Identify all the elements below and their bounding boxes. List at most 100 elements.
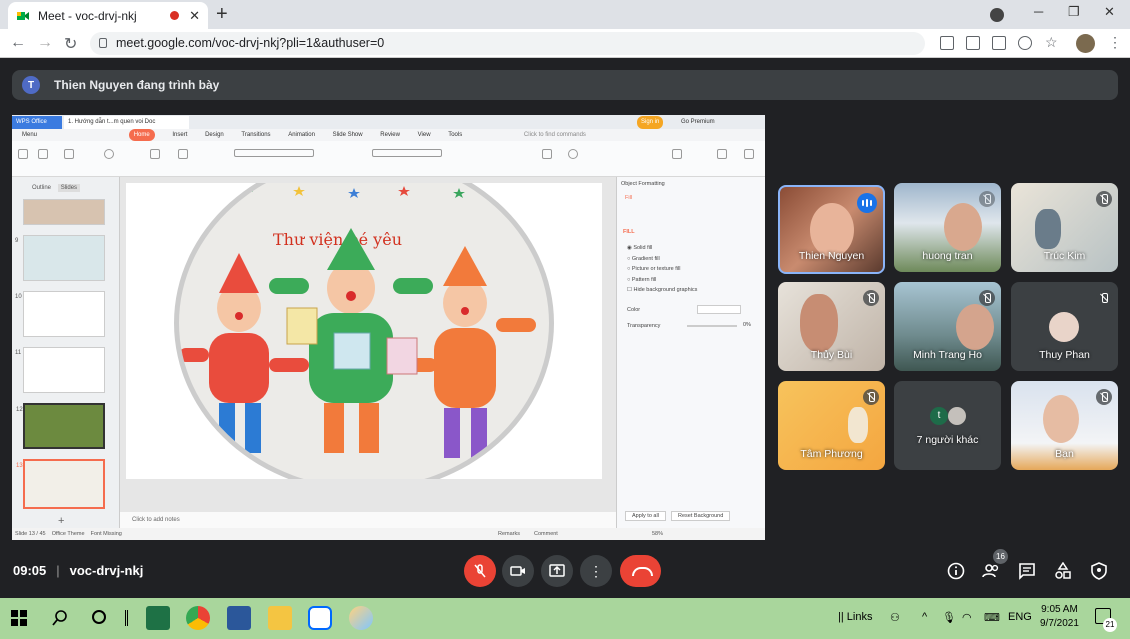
slide-thumbnail-11[interactable]: 11 (15, 347, 105, 393)
participant-tile-tam-phuong[interactable]: Tâm Phương (778, 381, 885, 470)
zalo-icon[interactable] (308, 606, 332, 630)
word-icon[interactable] (227, 606, 251, 630)
back-icon[interactable]: ← (10, 34, 26, 52)
show-hidden-icons-icon[interactable]: ^ (922, 611, 927, 623)
slide-thumbnail-12[interactable]: 12 (16, 403, 105, 449)
mic-toggle-button[interactable] (464, 555, 496, 587)
clock[interactable]: 9:05 AM 9/7/2021 (1040, 603, 1079, 631)
wps-go-premium[interactable]: Go Premium (677, 116, 719, 129)
participant-tile-truc-kim[interactable]: Trúc Kim (1011, 183, 1118, 272)
participant-tile-ban[interactable]: Bạn (1011, 381, 1118, 470)
more-options-button[interactable]: ⋮ (580, 555, 612, 587)
wps-app-tab[interactable]: WPS Office (12, 116, 62, 129)
reload-icon[interactable]: ↻ (64, 34, 77, 54)
microphone-tray-icon[interactable]: 🎙︎ (942, 611, 956, 624)
tab-slides[interactable]: Slides (57, 184, 81, 192)
restore-button[interactable]: ❐ (1068, 4, 1080, 20)
keyboard-icon[interactable]: ⌨ (984, 611, 1000, 624)
add-slide-icon[interactable]: + (58, 515, 64, 527)
textbox-icon[interactable] (542, 149, 552, 159)
find-icon[interactable] (672, 149, 682, 159)
leave-call-button[interactable] (620, 555, 661, 587)
ribbon-tab-transitions[interactable]: Transitions (241, 129, 270, 141)
bookmark-star-icon[interactable]: ☆ (1045, 34, 1058, 51)
browser-tab-meet[interactable]: Meet - voc-drvj-nkj ✕ (8, 2, 208, 29)
tab-outline[interactable]: Outline (32, 185, 51, 191)
profile-avatar[interactable] (1076, 34, 1095, 53)
apply-to-all-button[interactable]: Apply to all (625, 511, 666, 521)
participant-tile-huong-tran[interactable]: huong tran (894, 183, 1001, 272)
new-slide-icon[interactable] (150, 149, 160, 159)
participant-tile-thuy-phan[interactable]: Thuy Phan (1011, 282, 1118, 371)
ribbon-tab-review[interactable]: Review (380, 129, 400, 141)
slide-thumbnail-9[interactable]: 9 (15, 235, 105, 281)
option-picture-fill[interactable]: ○ Picture or texture fill (627, 264, 697, 275)
people-icon[interactable] (982, 562, 1000, 580)
slide-thumbnail-13[interactable]: 13 (16, 459, 105, 509)
paragraph-tools[interactable] (372, 149, 442, 157)
color-picker[interactable] (697, 305, 741, 314)
wps-menu[interactable]: Menu (22, 129, 37, 141)
participant-tile-others[interactable]: t 7 người khác (894, 381, 1001, 470)
pane-tab-fill[interactable]: Fill (625, 195, 632, 201)
camera-icon[interactable] (940, 36, 954, 50)
forward-icon[interactable]: → (37, 34, 53, 52)
host-controls-shield-icon[interactable] (1090, 562, 1108, 580)
zoom-level[interactable]: 58% (652, 528, 663, 540)
present-screen-button[interactable] (541, 555, 573, 587)
profile-dropdown-icon[interactable] (990, 8, 1004, 22)
reset-background-button[interactable]: Reset Background (671, 511, 731, 521)
option-pattern-fill[interactable]: ○ Pattern fill (627, 275, 697, 286)
ribbon-tab-tools[interactable]: Tools (448, 129, 462, 141)
participant-tile-minh-trang-ho[interactable]: Minh Trang Ho (894, 282, 1001, 371)
option-solid-fill[interactable]: ◉ Solid fill (627, 243, 697, 254)
chat-icon[interactable] (1018, 562, 1036, 580)
shapes-icon[interactable] (568, 149, 578, 159)
layout-icon[interactable] (178, 149, 188, 159)
font-missing[interactable]: Font Missing (91, 531, 122, 537)
wps-doc-tab[interactable]: 1. Hướng dẫn t...m quen voi Doc (64, 116, 189, 129)
play-slide-icon[interactable] (104, 149, 114, 159)
cortana-icon[interactable] (92, 610, 106, 624)
comment-button[interactable]: Comment (534, 528, 558, 540)
option-hide-background[interactable]: ☐ Hide background graphics (627, 285, 697, 296)
qr-code-icon[interactable] (966, 36, 980, 50)
close-window-button[interactable]: ✕ (1104, 4, 1115, 20)
slide-thumbnail-10[interactable]: 10 (15, 291, 105, 337)
close-tab-icon[interactable]: ✕ (189, 8, 200, 24)
cut-icon[interactable] (38, 149, 48, 159)
task-view-icon[interactable] (125, 610, 128, 626)
slide-thumbnail-8[interactable] (23, 199, 105, 225)
notes-input[interactable]: Click to add notes (120, 512, 616, 528)
ribbon-tab-slideshow[interactable]: Slide Show (333, 129, 363, 141)
chrome-menu-icon[interactable]: ⋮ (1108, 34, 1122, 51)
windows-start-icon[interactable] (11, 610, 27, 626)
meeting-details-icon[interactable] (947, 562, 965, 580)
format-painter-icon[interactable] (64, 149, 74, 159)
wps-sign-in-button[interactable]: Sign in (637, 116, 664, 129)
excel-icon[interactable] (146, 606, 170, 630)
participant-tile-thuy-bui[interactable]: Thủy Bùi (778, 282, 885, 371)
ribbon-tab-view[interactable]: View (418, 129, 431, 141)
minimize-button[interactable]: ─ (1034, 4, 1043, 19)
font-name-select[interactable] (234, 149, 314, 157)
paint-icon[interactable] (349, 606, 373, 630)
input-language[interactable]: ENG (1008, 611, 1032, 623)
search-icon[interactable] (52, 610, 68, 626)
settings-icon[interactable] (744, 149, 754, 159)
new-tab-button[interactable]: + (216, 3, 228, 26)
activities-icon[interactable] (1054, 562, 1072, 580)
translate-icon[interactable] (992, 36, 1006, 50)
links-toolbar[interactable]: || Links (838, 611, 872, 623)
zoom-icon[interactable] (1018, 36, 1032, 50)
wifi-icon[interactable]: ◠ (962, 611, 972, 624)
option-gradient-fill[interactable]: ○ Gradient fill (627, 254, 697, 265)
remarks-button[interactable]: Remarks (498, 528, 520, 540)
camera-toggle-button[interactable] (502, 555, 534, 587)
ribbon-tab-design[interactable]: Design (205, 129, 224, 141)
ribbon-tab-home[interactable]: Home (128, 129, 155, 141)
participant-tile-thien-nguyen[interactable]: Thien Nguyen (778, 185, 885, 274)
url-input[interactable]: meet.google.com/voc-drvj-nkj?pli=1&authu… (90, 32, 925, 55)
paste-icon[interactable] (18, 149, 28, 159)
file-explorer-icon[interactable] (268, 606, 292, 630)
